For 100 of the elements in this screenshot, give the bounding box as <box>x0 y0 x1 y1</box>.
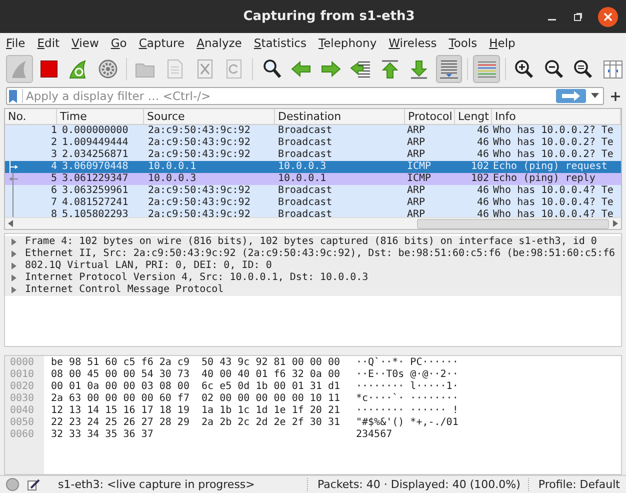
column-header[interactable]: No. <box>5 109 57 124</box>
scroll-right-icon[interactable] <box>612 220 618 227</box>
zoom-reset-icon[interactable] <box>572 58 594 80</box>
display-filter-field[interactable]: Apply a display filter … <Ctrl-/> <box>6 87 604 105</box>
byte-offset: 0050 <box>10 417 36 429</box>
bookmark-icon[interactable] <box>9 90 17 102</box>
ascii-bytes: ··E··T0s @·@··2·· <box>356 369 458 381</box>
expand-arrow-icon[interactable] <box>11 286 17 294</box>
table-cell-text: 2a:c9:50:43:9c:92 <box>147 137 252 149</box>
column-header[interactable]: Protocol <box>405 109 455 124</box>
packet-row[interactable]: 3 2.034256871 2a:c9:50:43:9c:92 Broadcast ARP 46 Who has 10.0.0.2? Te <box>5 149 621 161</box>
window-title: Capturing from s1-eth3 <box>242 9 416 24</box>
table-cell-text: 0.000000000 <box>61 125 130 137</box>
packet-row[interactable]: 8 5.105802293 2a:c9:50:43:9c:92 Broadcast ARP 46 Who has 10.0.0.4? Te <box>5 209 621 217</box>
dropdown-caret-icon[interactable] <box>591 93 599 99</box>
table-cell-text: 5.105802293 <box>61 209 130 217</box>
arrow-left-icon[interactable] <box>290 58 312 80</box>
table-cell-text: 7 <box>50 197 58 209</box>
menu-item[interactable]: File <box>6 36 26 50</box>
table-cell-text: 46 <box>476 197 490 209</box>
menu-item[interactable]: Capture <box>138 36 185 50</box>
add-icon[interactable] <box>611 92 620 100</box>
menu-item[interactable]: Help <box>489 36 516 50</box>
table-cell-text: 2a:c9:50:43:9c:92 <box>147 185 252 197</box>
ascii-bytes: 234567 <box>356 429 394 441</box>
hex-bytes: 2a 63 00 00 00 00 60 f7 02 00 00 00 00 00 10 11 <box>51 393 341 405</box>
table-cell-text: 46 <box>476 149 490 161</box>
capture-status: s1-eth3: <live capture in progress> <box>58 478 256 491</box>
table-cell-text: 8 <box>50 209 58 217</box>
column-header[interactable]: Source <box>144 109 275 124</box>
resize-columns-icon[interactable] <box>602 58 624 80</box>
byte-offset: 0030 <box>10 393 36 405</box>
packet-row[interactable]: 6 3.063259961 2a:c9:50:43:9c:92 Broadcast ARP 46 Who has 10.0.0.4? Te <box>5 185 621 197</box>
table-cell-text: Who has 10.0.0.4? Te <box>492 197 614 209</box>
column-header[interactable]: Destination <box>275 109 405 124</box>
table-cell-text: Broadcast <box>277 209 334 217</box>
table-cell-text: 10.0.0.1 <box>147 161 198 173</box>
related-packet-icon <box>9 161 19 173</box>
table-cell-text: 102 <box>470 161 490 173</box>
expand-arrow-icon[interactable] <box>11 238 17 246</box>
ascii-bytes: ··Q`··*· PC······ <box>356 357 458 369</box>
ascii-bytes: ········ l·····1· <box>356 381 458 393</box>
packet-row[interactable]: 1 0.000000000 2a:c9:50:43:9c:92 Broadcast ARP 46 Who has 10.0.0.2? Te <box>5 125 621 137</box>
table-cell-text: 46 <box>476 137 490 149</box>
menu-item[interactable]: Analyze <box>196 36 242 50</box>
menu-item[interactable]: Tools <box>448 36 478 50</box>
table-cell-text: 1 <box>50 125 58 137</box>
menu-item[interactable]: Go <box>110 36 127 50</box>
table-cell-text: 2a:c9:50:43:9c:92 <box>147 149 252 161</box>
table-cell-text: 10.0.0.3 <box>147 173 198 185</box>
byte-offset: 0060 <box>10 429 36 441</box>
table-cell-text: 3.061229347 <box>61 173 130 185</box>
table-cell-text: Echo (ping) request <box>492 161 608 173</box>
gear-icon[interactable] <box>96 58 119 80</box>
expand-arrow-icon[interactable] <box>11 274 17 282</box>
menu-item[interactable]: Telephony <box>318 36 377 50</box>
horizontal-scrollbar[interactable] <box>5 217 621 229</box>
column-header[interactable]: Info <box>492 109 621 124</box>
packet-row[interactable]: 2 1.009449444 2a:c9:50:43:9c:92 Broadcast ARP 46 Who has 10.0.0.2? Te <box>5 137 621 149</box>
menu-item[interactable]: Statistics <box>254 36 306 50</box>
autoscroll-icon[interactable] <box>438 58 460 80</box>
ascii-bytes: "#$%&'() *+,-./01 <box>356 417 458 429</box>
table-cell-text: 2a:c9:50:43:9c:92 <box>147 209 252 217</box>
packet-count: Packets: 40 · Displayed: 40 (100.0%) <box>317 478 520 491</box>
scrollbar-thumb[interactable] <box>417 219 609 229</box>
profile-label[interactable]: Profile: Default <box>538 478 620 491</box>
table-cell-text: ARP <box>406 197 426 209</box>
packet-row[interactable]: 7 4.081527241 2a:c9:50:43:9c:92 Broadcast ARP 46 Who has 10.0.0.4? Te <box>5 197 621 209</box>
table-cell-text: Who has 10.0.0.4? Te <box>492 209 614 217</box>
table-cell-text: 10.0.0.1 <box>277 173 328 185</box>
menu-item[interactable]: Edit <box>37 36 60 50</box>
table-cell-text: ARP <box>406 125 426 137</box>
stop-icon[interactable] <box>38 58 60 80</box>
expand-arrow-icon[interactable] <box>11 262 17 270</box>
table-cell-text: ARP <box>406 209 426 217</box>
table-cell-text: 102 <box>470 173 490 185</box>
column-header[interactable]: Lengt <box>455 109 492 124</box>
edit-note-icon[interactable] <box>27 478 40 491</box>
packet-row[interactable]: 5 3.061229347 10.0.0.3 10.0.0.1 ICMP 102 Echo (ping) reply <box>5 173 621 185</box>
arrow-right-icon[interactable] <box>320 58 342 80</box>
search-icon[interactable] <box>260 58 283 80</box>
table-cell-text: 4 <box>50 161 58 173</box>
maximize-icon[interactable] <box>572 10 584 22</box>
hex-bytes: 00 01 0a 00 00 03 08 00 6c e5 0d 1b 00 01 31 d1 <box>51 381 341 393</box>
table-cell-text: Who has 10.0.0.4? Te <box>492 185 614 197</box>
zoom-in-icon[interactable] <box>513 58 536 80</box>
column-header[interactable]: Time <box>57 109 144 124</box>
zoom-out-icon[interactable] <box>542 58 565 80</box>
table-cell-text: 46 <box>476 209 490 217</box>
table-cell-text: Broadcast <box>277 185 334 197</box>
byte-offset: 0010 <box>10 369 36 381</box>
packet-row[interactable]: 4 3.060970448 10.0.0.1 10.0.0.3 ICMP 102 Echo (ping) request <box>5 161 621 173</box>
expand-arrow-icon[interactable] <box>11 250 17 258</box>
close-icon[interactable] <box>598 6 618 26</box>
table-cell-text: Echo (ping) reply <box>492 173 596 185</box>
scroll-left-icon[interactable] <box>8 220 14 227</box>
menu-item[interactable]: View <box>72 36 99 50</box>
byte-offset: 0040 <box>10 405 36 417</box>
status-circle-icon[interactable] <box>6 478 19 491</box>
menu-item[interactable]: Wireless <box>388 36 437 50</box>
